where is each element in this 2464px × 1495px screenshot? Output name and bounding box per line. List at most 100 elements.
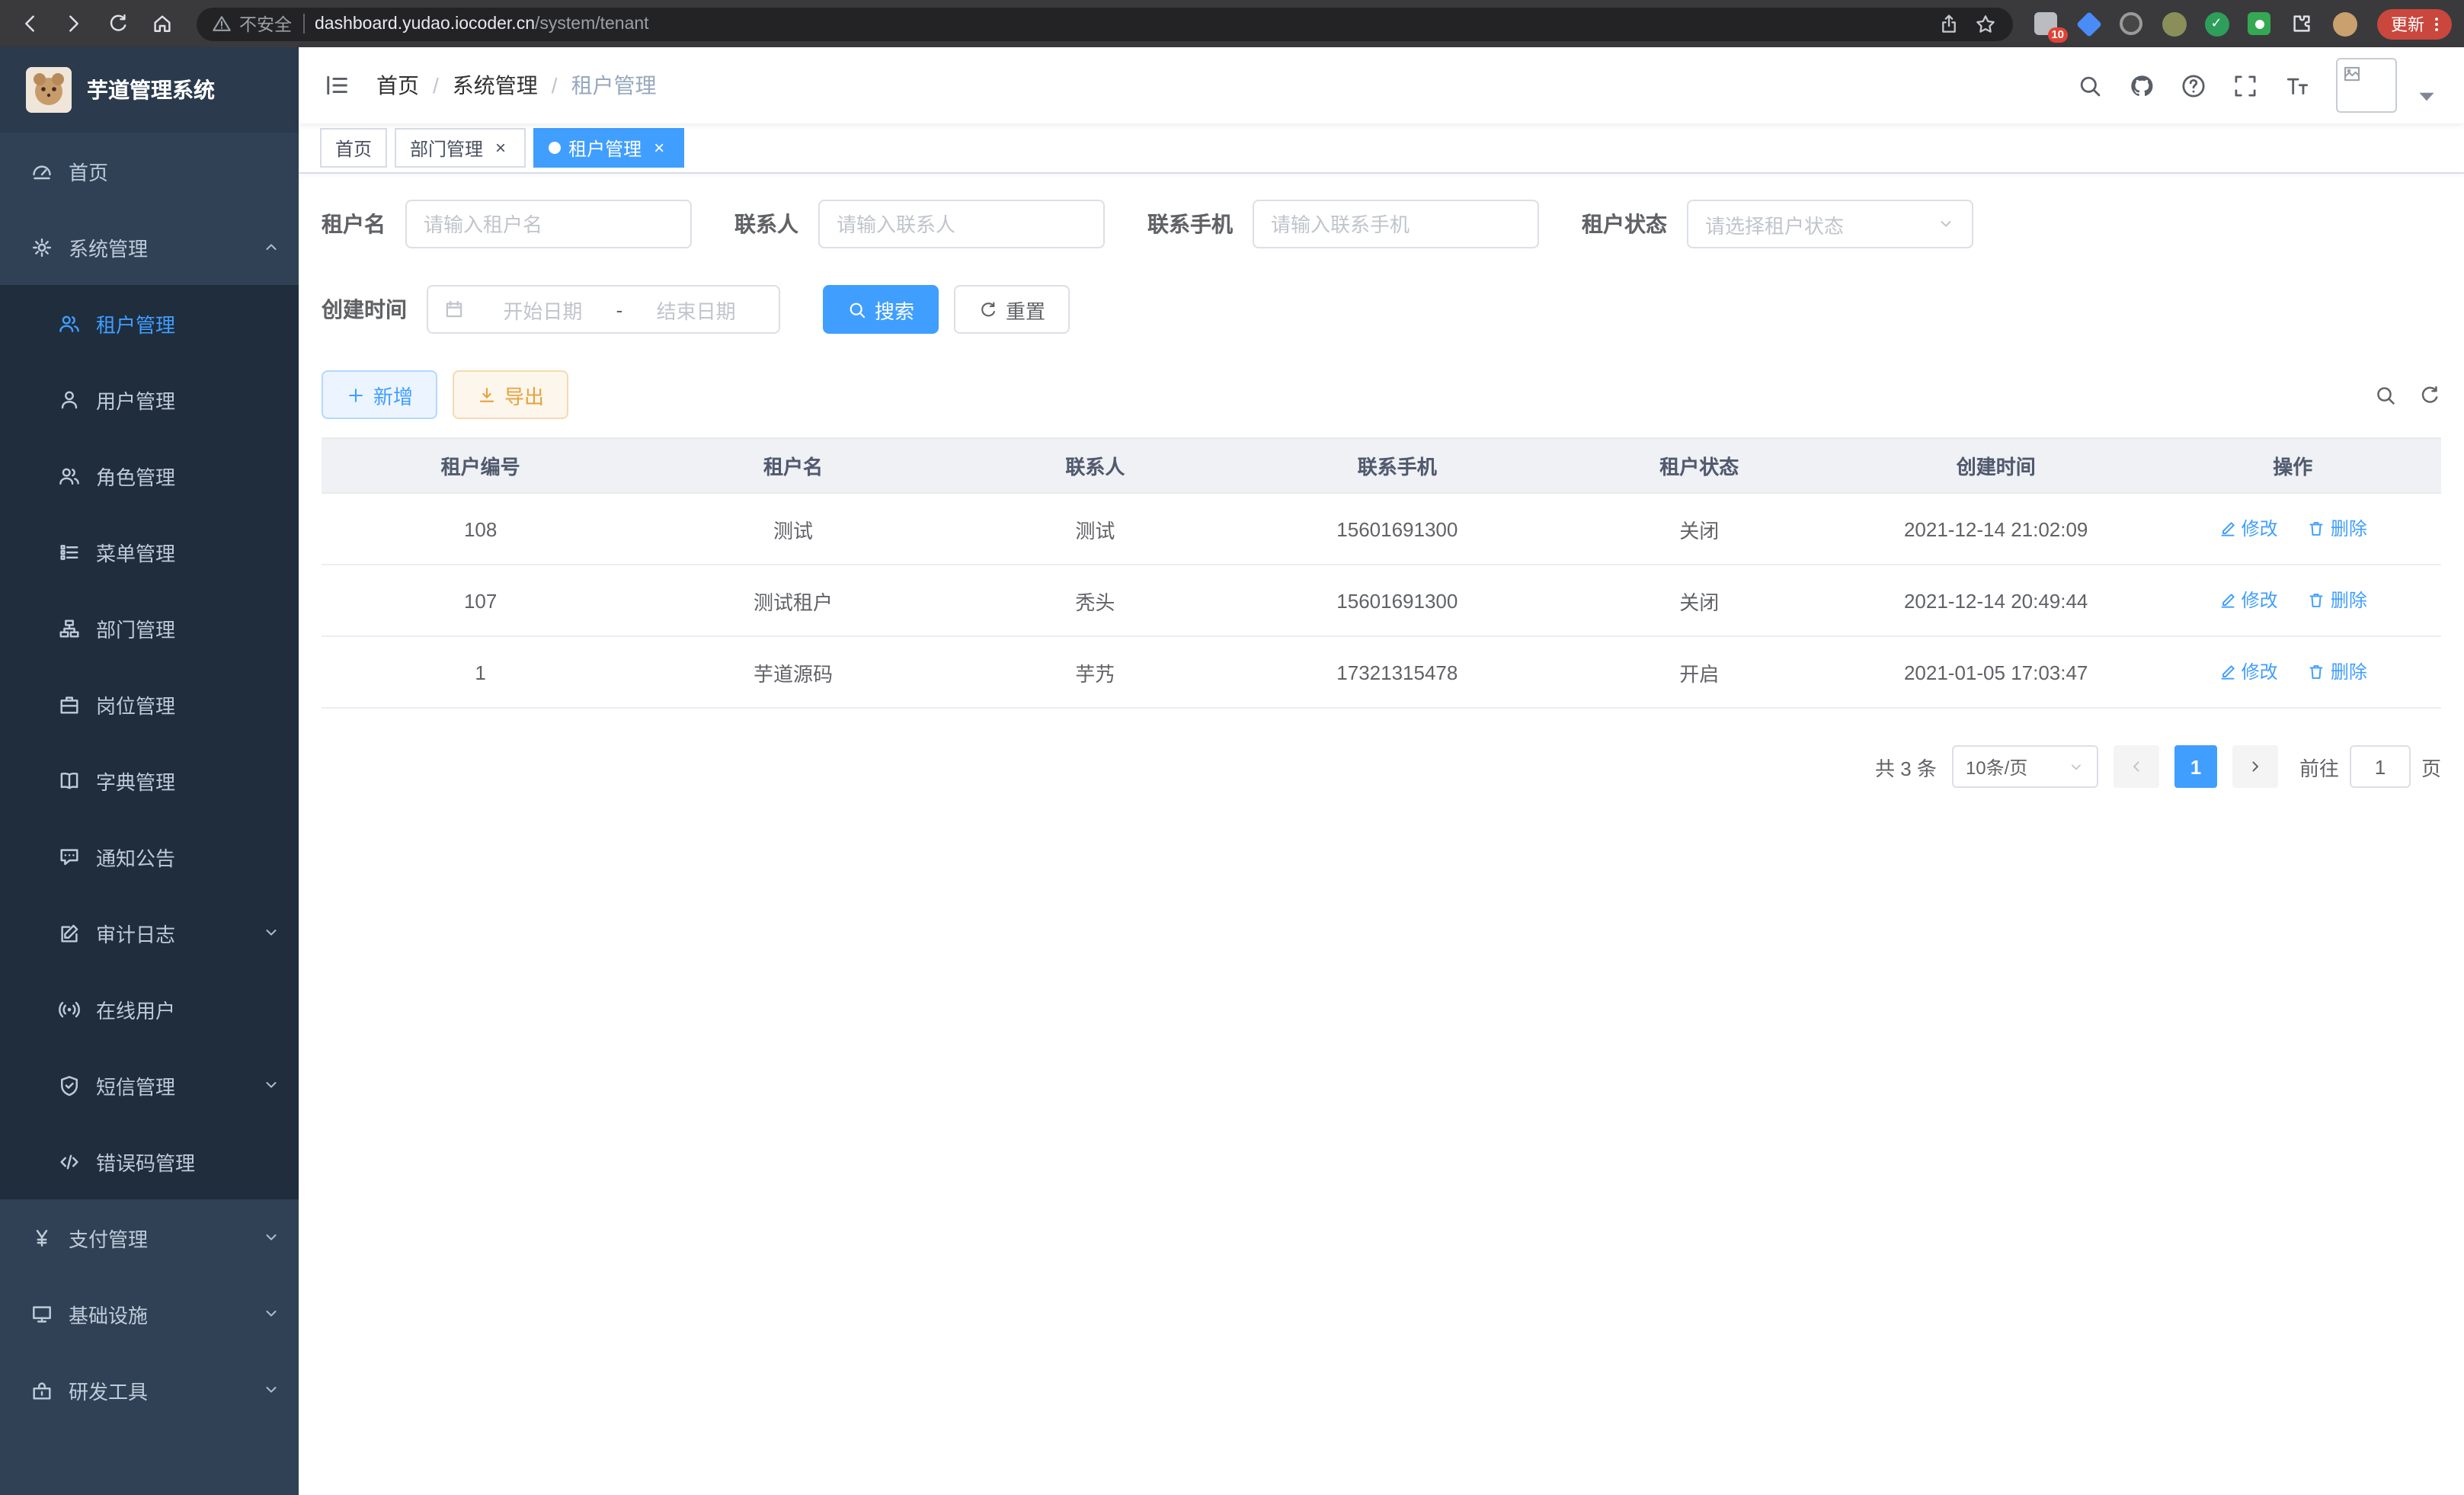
- goto-page-input[interactable]: [2350, 745, 2411, 788]
- security-chip[interactable]: 不安全: [212, 11, 292, 36]
- extension-icon-1[interactable]: 10: [2031, 9, 2060, 38]
- share-icon[interactable]: [1935, 11, 1961, 37]
- trash-icon: [2308, 591, 2326, 610]
- extension-icon-5[interactable]: ✓: [2202, 9, 2231, 38]
- logo-image: [26, 67, 72, 113]
- calendar-icon: [443, 299, 465, 320]
- sidebar-item-tenant-management[interactable]: 租户管理: [0, 285, 299, 361]
- goto-label: 前往: [2299, 752, 2339, 781]
- sidebar-item-post-management[interactable]: 岗位管理: [0, 666, 299, 742]
- sidebar-item-error-code-management[interactable]: 错误码管理: [0, 1123, 299, 1199]
- sidebar-item-user-management[interactable]: 用户管理: [0, 361, 299, 437]
- sidebar-item-department-management[interactable]: 部门管理: [0, 590, 299, 666]
- cell-contact: 芋艿: [947, 636, 1243, 708]
- tenant-name-label: 租户名: [322, 209, 386, 239]
- edit-link[interactable]: 修改: [2219, 587, 2278, 613]
- contact-input[interactable]: [837, 213, 1086, 235]
- avatar-caret-down-icon[interactable]: [2414, 83, 2440, 109]
- sidebar-item-system-management[interactable]: 系统管理: [0, 209, 299, 285]
- extensions-strip: 10 ✓ 更新: [2031, 8, 2452, 39]
- address-bar[interactable]: 不安全 dashboard.yudao.iocoder.cn/system/te…: [197, 7, 2013, 40]
- sidebar-collapse-icon[interactable]: [323, 72, 350, 99]
- close-icon[interactable]: ×: [491, 138, 510, 158]
- browser-toolbar: 不安全 dashboard.yudao.iocoder.cn/system/te…: [0, 0, 2464, 47]
- delete-link[interactable]: 删除: [2308, 587, 2367, 613]
- chat-bubble-icon: [58, 845, 81, 868]
- extension-icon-6[interactable]: [2245, 9, 2274, 38]
- fullscreen-icon[interactable]: [2232, 72, 2258, 98]
- status-select[interactable]: 请选择租户状态: [1687, 200, 1973, 248]
- sidebar-item-home[interactable]: 首页: [0, 133, 299, 209]
- delete-link[interactable]: 删除: [2308, 659, 2367, 685]
- font-size-icon[interactable]: [2284, 72, 2310, 98]
- status-select-placeholder: 请选择租户状态: [1705, 210, 1844, 238]
- prev-page-button[interactable]: [2114, 745, 2159, 788]
- sidebar-item-sms-management[interactable]: 短信管理: [0, 1047, 299, 1123]
- sidebar-item-audit-log[interactable]: 审计日志: [0, 895, 299, 971]
- page-number-1[interactable]: 1: [2174, 745, 2217, 788]
- next-page-button[interactable]: [2232, 745, 2278, 788]
- tab-home[interactable]: 首页: [320, 128, 387, 168]
- create-time-range-picker[interactable]: 开始日期 - 结束日期: [427, 285, 780, 334]
- delete-link[interactable]: 删除: [2308, 516, 2367, 542]
- breadcrumb-system[interactable]: 系统管理: [453, 70, 538, 101]
- reset-button[interactable]: 重置: [954, 285, 1070, 334]
- chevron-right-icon: [2246, 757, 2264, 776]
- extension-icon-2[interactable]: [2074, 9, 2103, 38]
- sidebar-item-infrastructure[interactable]: 基础设施: [0, 1276, 299, 1352]
- sidebar-item-notice[interactable]: 通知公告: [0, 818, 299, 895]
- extension-icon-3[interactable]: [2117, 9, 2146, 38]
- search-button[interactable]: 搜索: [823, 285, 939, 334]
- extensions-puzzle-icon[interactable]: [2287, 9, 2316, 38]
- extension-badge: 10: [2047, 27, 2068, 43]
- browser-back-button[interactable]: [12, 7, 46, 40]
- cell-phone: 15601691300: [1243, 565, 1550, 636]
- sidebar-item-dict-management[interactable]: 字典管理: [0, 742, 299, 818]
- cell-phone: 15601691300: [1243, 493, 1550, 565]
- contact-field-wrap: [818, 200, 1105, 248]
- edit-pencil-icon: [2219, 663, 2237, 681]
- url-text: dashboard.yudao.iocoder.cn/system/tenant: [315, 14, 1925, 33]
- phone-input[interactable]: [1271, 213, 1521, 235]
- omnibox-divider: [302, 14, 304, 34]
- profile-avatar-icon[interactable]: [2330, 9, 2359, 38]
- tab-tenant-management[interactable]: 租户管理 ×: [533, 128, 684, 168]
- sidebar: 芋道管理系统 首页 系统管理 租户管理 用户管理: [0, 47, 299, 1495]
- browser-home-button[interactable]: [145, 7, 178, 40]
- page-size-select[interactable]: 10条/页: [1952, 745, 2098, 788]
- header-search-icon[interactable]: [2077, 72, 2103, 98]
- export-button[interactable]: 导出: [453, 370, 568, 419]
- extension-icon-4[interactable]: [2159, 9, 2188, 38]
- page-unit-label: 页: [2421, 752, 2441, 781]
- breadcrumb-home[interactable]: 首页: [376, 70, 419, 101]
- table-row: 108 测试 测试 15601691300 关闭 2021-12-14 21:0…: [322, 493, 2441, 565]
- users-icon: [58, 312, 81, 335]
- github-icon[interactable]: [2129, 72, 2155, 98]
- close-icon[interactable]: ×: [649, 138, 669, 158]
- sidebar-item-online-users[interactable]: 在线用户: [0, 971, 299, 1047]
- browser-forward-button[interactable]: [56, 7, 90, 40]
- url-host: dashboard.yudao.iocoder.cn: [315, 14, 535, 33]
- browser-reload-button[interactable]: [101, 7, 134, 40]
- help-icon[interactable]: [2181, 72, 2206, 98]
- create-time-label: 创建时间: [322, 294, 407, 325]
- tenant-name-input[interactable]: [424, 213, 674, 235]
- cell-tenant-name: 测试租户: [639, 565, 946, 636]
- toggle-search-icon[interactable]: [2374, 383, 2397, 406]
- book-icon: [58, 769, 81, 792]
- sidebar-item-payment-management[interactable]: 支付管理: [0, 1199, 299, 1276]
- bookmark-star-icon[interactable]: [1972, 11, 1998, 37]
- sidebar-item-dev-tools[interactable]: 研发工具: [0, 1352, 299, 1428]
- refresh-table-icon[interactable]: [2418, 383, 2441, 406]
- warning-icon: [212, 14, 232, 34]
- add-button[interactable]: 新增: [322, 370, 437, 419]
- user-avatar[interactable]: [2336, 58, 2397, 113]
- edit-link[interactable]: 修改: [2219, 516, 2278, 542]
- edit-link[interactable]: 修改: [2219, 659, 2278, 685]
- browser-update-button[interactable]: 更新: [2377, 8, 2452, 39]
- browser-menu-dots-icon[interactable]: [2427, 14, 2446, 33]
- tab-department-management[interactable]: 部门管理 ×: [395, 128, 526, 168]
- sidebar-item-menu-management[interactable]: 菜单管理: [0, 514, 299, 590]
- sidebar-item-role-management[interactable]: 角色管理: [0, 437, 299, 514]
- app-logo[interactable]: 芋道管理系统: [0, 47, 299, 133]
